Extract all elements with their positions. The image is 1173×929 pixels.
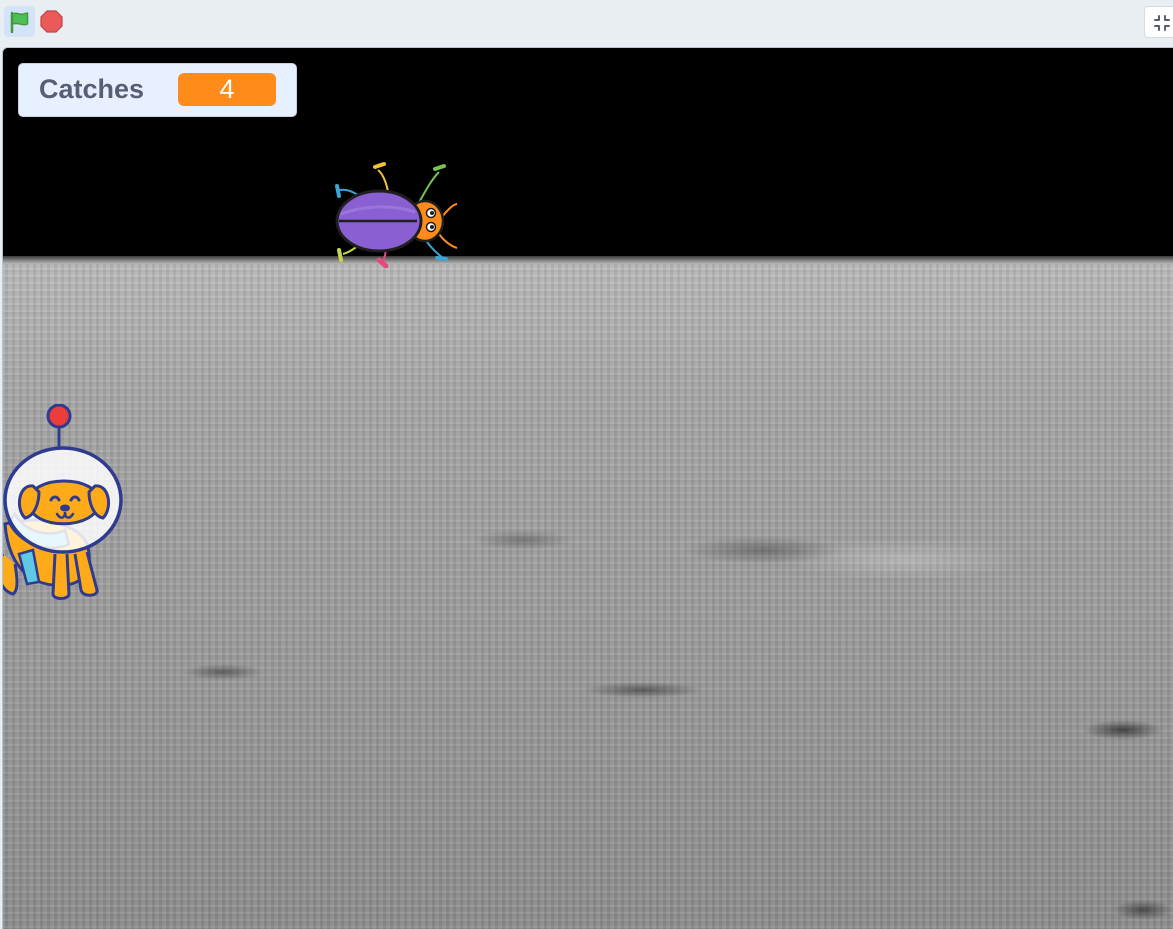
stage-toolbar bbox=[0, 0, 1173, 46]
monitor-value: 4 bbox=[178, 73, 276, 106]
green-flag-button[interactable] bbox=[4, 6, 35, 37]
unfullscreen-icon bbox=[1154, 15, 1170, 31]
backdrop-moon-surface bbox=[3, 260, 1173, 929]
stop-sign-icon bbox=[40, 10, 63, 33]
beetle-sprite[interactable] bbox=[331, 156, 461, 268]
unfullscreen-button[interactable] bbox=[1144, 6, 1173, 38]
backdrop-horizon bbox=[3, 256, 1173, 264]
green-flag-icon bbox=[10, 11, 29, 33]
variable-monitor-catches[interactable]: Catches 4 bbox=[18, 63, 297, 117]
monitor-label: Catches bbox=[39, 74, 145, 104]
stage-canvas[interactable]: Catches 4 bbox=[2, 47, 1173, 929]
stop-button[interactable] bbox=[40, 10, 63, 33]
space-dog-sprite[interactable] bbox=[2, 404, 129, 604]
